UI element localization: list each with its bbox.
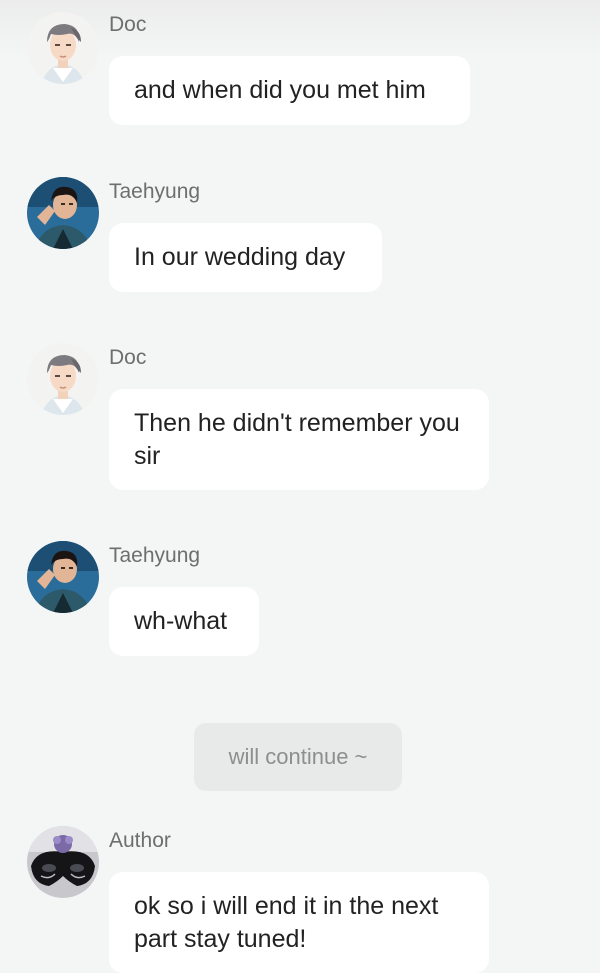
- sender-name: Taehyung: [109, 180, 201, 203]
- message-bubble[interactable]: Then he didn't remember you sir: [109, 389, 489, 490]
- message-bubble[interactable]: and when did you met him: [109, 56, 470, 125]
- doc-avatar-icon[interactable]: [27, 343, 99, 415]
- message-bubble[interactable]: ok so i will end it in the next part sta…: [109, 872, 489, 973]
- sender-name: Doc: [109, 13, 147, 36]
- sender-name: Doc: [109, 346, 147, 369]
- taehyung-avatar-icon[interactable]: [27, 177, 99, 249]
- message-bubble[interactable]: wh-what: [109, 587, 259, 656]
- system-note: will continue ~: [194, 723, 402, 791]
- sender-name: Author: [109, 829, 171, 852]
- sender-name: Taehyung: [109, 544, 201, 567]
- author-mask-avatar-icon[interactable]: [27, 826, 99, 898]
- taehyung-avatar-icon[interactable]: [27, 541, 99, 613]
- doc-avatar-icon[interactable]: [27, 12, 99, 84]
- message-bubble[interactable]: In our wedding day: [109, 223, 382, 292]
